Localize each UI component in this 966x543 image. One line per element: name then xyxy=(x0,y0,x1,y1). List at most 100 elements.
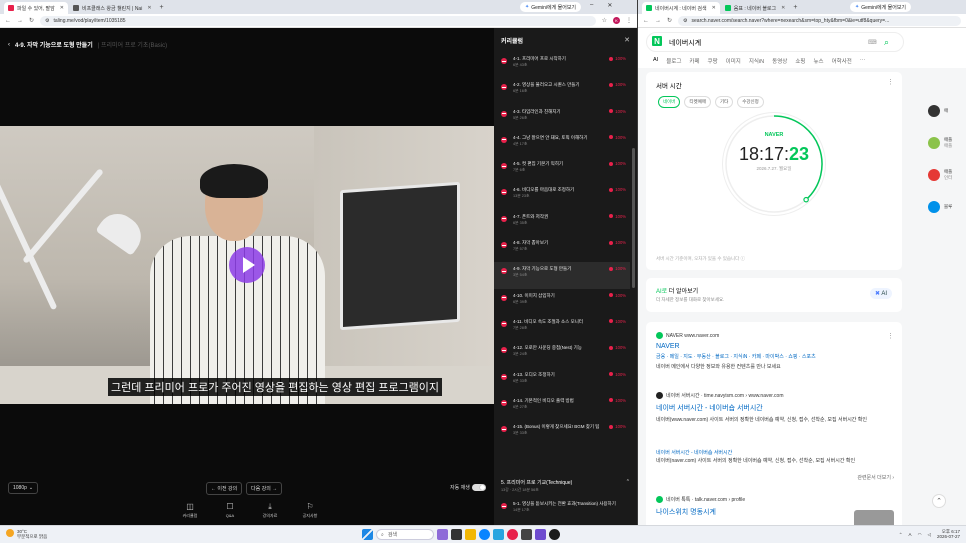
more-results-link[interactable]: 관련문서 더보기 › xyxy=(857,474,894,481)
info-icon[interactable]: ⓘ xyxy=(741,256,746,261)
search-tab[interactable]: ··· xyxy=(860,57,866,65)
side-panel-item[interactable]: 애 xyxy=(928,98,966,124)
naver-logo[interactable]: N xyxy=(652,36,662,46)
close-tab-icon[interactable]: ✕ xyxy=(781,5,785,11)
curriculum-item[interactable]: 4-9. 자막 기능으로 도형 만들기 3분 54초 100% xyxy=(494,262,630,289)
close-tab-icon[interactable]: ✕ xyxy=(60,5,64,11)
clock[interactable]: 오후 6:17 2026-07-27 xyxy=(937,529,960,539)
prev-lecture-button[interactable]: ← 이전 강의 xyxy=(206,482,243,495)
tab-naver-challenge[interactable]: 비프클래스 왕금 챌린지 | Nai ✕ xyxy=(69,2,156,14)
curriculum-item[interactable]: 4-1. 프리미어 프로 시작하기 6분 43초 100% xyxy=(494,52,630,78)
curriculum-item[interactable]: 4-4. 그냥 잘으면 안 돼요, 토픽 이해하기 4분 17초 100% xyxy=(494,131,630,157)
curriculum-item[interactable]: 4-5. 컷 편집 기본기 익히기 7분 6초 100% xyxy=(494,157,630,183)
section-5[interactable]: 5. 프리미어 프로 기교(Technique) ⌃ 13강 · 2시간 18분… xyxy=(494,479,637,523)
result-title[interactable]: 네이버 서버시간 - 네이버숍 서버시간 xyxy=(656,403,892,413)
search-tab[interactable]: 동영상 xyxy=(772,57,787,65)
result-subtitle[interactable]: 네이버 서버시간 - 네이버숍 서버시간 xyxy=(656,449,892,456)
gemini-button[interactable]: ✦ Gemini에게 물어보기 xyxy=(850,2,912,12)
task-view-icon[interactable] xyxy=(451,529,462,540)
curriculum-item[interactable]: 4-14. 기본적인 비디오 출력 방법 6분 27초 100% xyxy=(494,394,630,420)
nav-notice[interactable]: ⚐ 공지사항 xyxy=(298,502,322,519)
back-chevron-icon[interactable]: ‹ xyxy=(8,42,10,48)
result-thumbnail[interactable] xyxy=(854,510,894,525)
scroll-top-button[interactable]: ⌃ xyxy=(932,494,946,508)
search-tab[interactable]: 카페 xyxy=(689,57,699,65)
store-icon[interactable] xyxy=(493,529,504,540)
app-icon-2[interactable] xyxy=(535,529,546,540)
windows-start-icon[interactable] xyxy=(362,529,373,540)
steam-icon[interactable] xyxy=(549,529,560,540)
nav-qna[interactable]: ☐ Q&A xyxy=(218,502,242,519)
curriculum-item[interactable]: 4-2. 영상을 불러오고 시퀀스 만들기 6분 16초 100% xyxy=(494,78,630,104)
reload-icon[interactable]: ↻ xyxy=(667,17,672,24)
curriculum-item[interactable]: 4-15. (Bonus) 이렇게 찾으세요! BGM 찾기 팁 3분 33초 10… xyxy=(494,420,630,446)
volume-icon[interactable]: ◁ xyxy=(928,532,931,537)
search-tab[interactable]: 쇼핑 xyxy=(795,57,805,65)
new-tab-icon[interactable]: + xyxy=(160,2,164,14)
nav-curriculum[interactable]: ◫ 커리큘럼 xyxy=(178,502,202,519)
chip-naver[interactable]: 네이버 xyxy=(658,96,681,108)
curriculum-item[interactable]: 4-3. 타임라인과 친해지기 5분 26초 100% xyxy=(494,105,630,131)
url-field[interactable]: ⚙ taling.me/vod/play/item/1035185 xyxy=(40,15,596,26)
site-info-icon[interactable]: ⚙ xyxy=(683,18,687,24)
forward-icon[interactable]: → xyxy=(17,18,23,24)
result-title[interactable]: NAVER xyxy=(656,343,892,350)
result-server-time-2[interactable]: 네이버 서버시간 - 네이버숍 서버시간 네이버(naver.com) 사이트 … xyxy=(656,446,892,465)
autoplay-toggle[interactable] xyxy=(471,484,486,491)
video-frame[interactable]: 그런데 프리미어 프로가 주어진 영상을 편집하는 영상 편집 프로그램이지 xyxy=(0,126,494,404)
next-lecture-button[interactable]: 다음 강의 → xyxy=(246,482,283,495)
back-icon[interactable]: ← xyxy=(5,18,11,24)
profile-avatar[interactable]: K xyxy=(613,17,620,24)
ai-button[interactable]: ✖ AI xyxy=(869,288,892,299)
nav-materials[interactable]: ⤓ 강의자료 xyxy=(258,502,282,519)
curriculum-item[interactable]: 5-1. 영상을 돋보시키는 전환 효과(Transition) 사용하기 14… xyxy=(501,497,630,523)
ime-indicator[interactable]: A xyxy=(909,532,912,537)
weather-widget[interactable]: 30°C 부분적으로 맑음 xyxy=(6,529,47,539)
side-panel-item[interactable]: 애플 애플 xyxy=(928,130,966,156)
curriculum-item[interactable]: 4-10. 이미지 삽입하기 6분 39초 100% xyxy=(494,289,630,315)
side-panel-item[interactable]: 블루 xyxy=(928,194,966,220)
chrome-icon[interactable] xyxy=(507,529,518,540)
curriculum-scrollbar[interactable] xyxy=(632,148,635,288)
search-tab[interactable]: 지식iN xyxy=(749,57,764,65)
tab-taling[interactable]: 파일 수 있어, 팔암 ✕ xyxy=(4,2,68,14)
app-icon[interactable] xyxy=(521,529,532,540)
curriculum-item[interactable]: 4-7. 폰트와 저작권 6분 35초 100% xyxy=(494,210,630,236)
widget-app-icon[interactable] xyxy=(437,529,448,540)
search-tab[interactable]: 이미지 xyxy=(726,57,741,65)
minimize-icon[interactable]: – xyxy=(590,2,593,9)
search-input[interactable]: 네이버시계 xyxy=(669,38,701,48)
menu-kebab-icon[interactable]: ⋮ xyxy=(626,17,632,24)
result-sitelinks[interactable]: 금융 · 메일 · 지도 · 부동산 · 블로그 · 지식iN · 카페 · 마… xyxy=(656,353,892,360)
chevron-up-icon[interactable]: ⌃ xyxy=(899,532,903,537)
curriculum-item[interactable]: 4-8. 자막 뽑아보기 7분 57초 100% xyxy=(494,236,630,262)
gemini-button[interactable]: ✦ Gemini에게 물어보기 xyxy=(520,2,582,12)
forward-icon[interactable]: → xyxy=(655,18,661,24)
search-tab[interactable]: 블로그 xyxy=(666,57,681,65)
keyboard-icon[interactable]: ⌨ xyxy=(868,39,877,46)
curriculum-item[interactable]: 4-11. 비디오 속도 조절과 소스 모니터 7분 28초 100% xyxy=(494,315,630,341)
result-server-time[interactable]: 네이버 서버시간 · time.navyism.com › www.naver.… xyxy=(656,392,892,424)
play-button[interactable] xyxy=(229,247,265,283)
curriculum-item[interactable]: 4-13. 오디오 조정하기 6분 33초 100% xyxy=(494,368,630,394)
reload-icon[interactable]: ↻ xyxy=(29,17,34,24)
file-explorer-icon[interactable] xyxy=(465,529,476,540)
curriculum-item[interactable]: 4-6. 비디오를 마음대로 조정하기 13분 23초 100% xyxy=(494,183,630,209)
tab-naver-clock[interactable]: 네이버시계 : 네이버 검색 ✕ xyxy=(642,2,720,14)
curriculum-item[interactable]: 4-12. 오로만 사운딩 중첩(Nest) 기능 3분 24초 100% xyxy=(494,341,630,367)
chip-course[interactable]: 수강신청 xyxy=(737,96,764,108)
quality-selector[interactable]: 1080p ⌄ xyxy=(8,482,39,494)
side-panel-item[interactable]: 애플 인터 xyxy=(928,162,966,188)
close-tab-icon[interactable]: ✕ xyxy=(712,5,716,11)
new-tab-icon[interactable]: + xyxy=(793,2,797,14)
more-options-icon[interactable]: ⋮ xyxy=(887,332,894,340)
url-field[interactable]: ⚙ search.naver.com/search.naver?where=ne… xyxy=(678,15,961,26)
close-tab-icon[interactable]: ✕ xyxy=(147,5,151,11)
taskbar-search[interactable]: ⌕ 검색 xyxy=(376,529,434,540)
close-icon[interactable]: ✕ xyxy=(624,36,630,44)
search-tab[interactable]: 쿠팡 xyxy=(708,57,718,65)
more-options-icon[interactable]: ⋮ xyxy=(887,78,894,86)
bookmark-star-icon[interactable]: ☆ xyxy=(602,17,607,24)
edge-icon[interactable] xyxy=(479,529,490,540)
site-info-icon[interactable]: ⚙ xyxy=(45,18,49,24)
